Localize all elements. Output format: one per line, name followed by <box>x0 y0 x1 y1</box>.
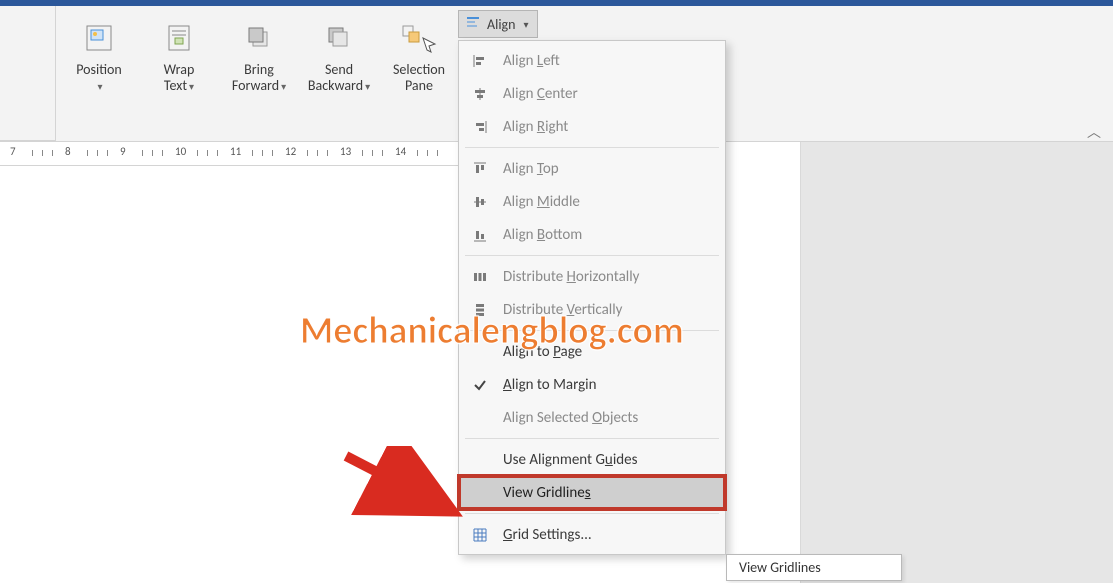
position-icon <box>83 18 115 58</box>
align-label: Align <box>487 16 515 33</box>
menu-item-label: Grid Settings... <box>503 526 592 544</box>
menu-item-label: View Gridlines <box>503 484 591 502</box>
menu-separator <box>465 513 719 514</box>
menu-separator <box>465 438 719 439</box>
menu-separator <box>465 147 719 148</box>
menu-item-align-left: Align Left <box>459 44 725 77</box>
align-left-icon <box>469 53 491 69</box>
checkmark-icon <box>469 377 491 393</box>
bring-forward-button[interactable]: BringForward▾ <box>220 14 298 101</box>
document-background <box>800 142 1113 583</box>
position-button[interactable]: Position▾ <box>60 14 138 101</box>
menu-item-dist-vert: Distribute Vertically <box>459 293 725 326</box>
menu-item-label: Align Selected Objects <box>503 409 638 427</box>
menu-item-label: Use Alignment Guides <box>503 451 637 469</box>
menu-item-label: Align to Margin <box>503 376 597 394</box>
menu-item-label: Align Center <box>503 85 578 103</box>
align-icon <box>465 14 481 34</box>
align-middle-icon <box>469 194 491 210</box>
align-bottom-icon <box>469 227 491 243</box>
bring-forward-icon <box>243 18 275 58</box>
ruler: 7891011121314 <box>0 142 460 166</box>
grid-icon <box>469 527 491 543</box>
menu-item-dist-horiz: Distribute Horizontally <box>459 260 725 293</box>
tooltip-text: View Gridlines <box>739 559 821 576</box>
menu-item-use-guides[interactable]: Use Alignment Guides <box>459 443 725 476</box>
menu-item-align-right: Align Right <box>459 110 725 143</box>
position-label: Position <box>76 61 122 78</box>
menu-item-align-margin[interactable]: Align to Margin <box>459 368 725 401</box>
distribute-vertical-icon <box>469 302 491 318</box>
menu-item-view-gridlines[interactable]: View Gridlines <box>459 476 725 509</box>
menu-item-align-bottom: Align Bottom <box>459 218 725 251</box>
menu-separator <box>465 255 719 256</box>
menu-item-label: Align Right <box>503 118 568 136</box>
align-menu: Align Left Align Center Align Right Align T… <box>458 40 726 555</box>
send-backward-button[interactable]: SendBackward▾ <box>300 14 378 101</box>
menu-item-label: Align Bottom <box>503 226 582 244</box>
selection-pane-icon <box>401 18 437 58</box>
align-center-icon <box>469 86 491 102</box>
menu-item-align-middle: Align Middle <box>459 185 725 218</box>
align-right-icon <box>469 119 491 135</box>
menu-item-align-center: Align Center <box>459 77 725 110</box>
tooltip: View Gridlines <box>726 554 902 581</box>
menu-item-label: Distribute Vertically <box>503 301 622 319</box>
wrap-text-icon <box>163 18 195 58</box>
menu-item-align-page[interactable]: Align to Page <box>459 335 725 368</box>
menu-separator <box>465 330 719 331</box>
menu-item-label: Align Top <box>503 160 559 178</box>
menu-item-grid-settings[interactable]: Grid Settings... <box>459 518 725 551</box>
menu-item-align-top: Align Top <box>459 152 725 185</box>
collapse-ribbon-icon[interactable]: ︿ <box>1087 122 1101 142</box>
menu-item-label: Align to Page <box>503 343 582 361</box>
menu-item-label: Align Middle <box>503 193 580 211</box>
align-dropdown-button[interactable]: Align ▾ <box>458 10 538 38</box>
menu-item-align-selected: Align Selected Objects <box>459 401 725 434</box>
wrap-text-button[interactable]: WrapText▾ <box>140 14 218 101</box>
send-backward-icon <box>323 18 355 58</box>
align-caret-icon: ▾ <box>523 18 528 31</box>
menu-item-label: Align Left <box>503 52 560 70</box>
menu-item-label: Distribute Horizontally <box>503 268 639 286</box>
selection-pane-button[interactable]: SelectionPane <box>380 14 458 100</box>
align-top-icon <box>469 161 491 177</box>
ribbon-left-empty <box>0 6 56 141</box>
distribute-horizontal-icon <box>469 269 491 285</box>
